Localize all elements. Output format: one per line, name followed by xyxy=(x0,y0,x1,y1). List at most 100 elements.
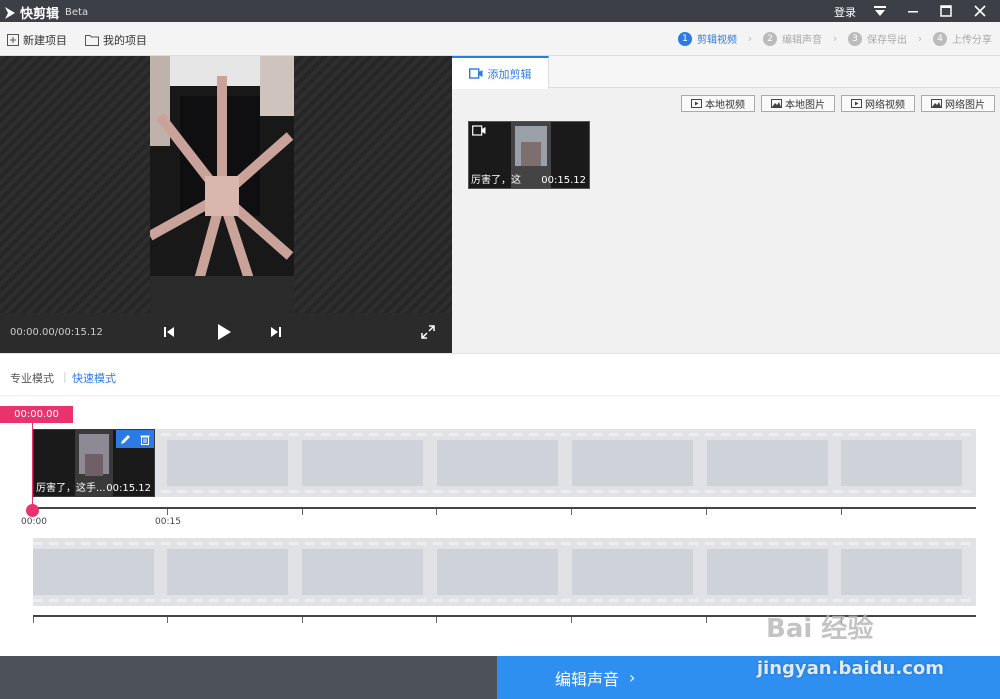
tab-label: 添加剪辑 xyxy=(487,67,532,81)
step-label: 编辑声音 xyxy=(782,35,822,46)
media-panel: 添加剪辑 本地视频 本地图片 网络视频 网络图片 厉害了，这 00:15.12 xyxy=(452,56,1000,353)
clip-duration: 00:15.12 xyxy=(106,483,151,494)
empty-slot xyxy=(707,440,828,486)
media-thumbnail[interactable]: 厉害了，这 00:15.12 xyxy=(468,121,590,189)
clip-title: 厉害了，这手... xyxy=(36,483,106,494)
my-projects-label: 我的项目 xyxy=(103,34,147,47)
toolbar: 新建项目 我的项目 1 剪辑视频 › 2 编辑声音 › 3 保存导出 › 4 上… xyxy=(0,22,1000,56)
expand-icon xyxy=(421,325,435,339)
ruler-label: 00:15 xyxy=(155,517,181,527)
step-indicator: 1 剪辑视频 › 2 编辑声音 › 3 保存导出 › 4 上传分享 xyxy=(678,31,992,46)
online-video-button[interactable]: 网络视频 xyxy=(841,95,915,112)
close-button[interactable] xyxy=(966,0,994,22)
video-track[interactable] xyxy=(33,429,976,497)
chevron-right-icon: › xyxy=(917,32,923,45)
ruler-tick xyxy=(841,509,842,515)
ruler-tick xyxy=(571,509,572,515)
step-edit-audio[interactable]: 2 编辑声音 xyxy=(763,31,822,46)
new-project-label: 新建项目 xyxy=(23,34,67,47)
playhead-label: 00:00.00 xyxy=(14,409,59,420)
button-label: 网络图片 xyxy=(945,100,985,111)
trash-icon[interactable] xyxy=(140,434,150,445)
player-controls: 00:00.00/00:15.12 xyxy=(0,313,452,353)
tab-add-clip[interactable]: 添加剪辑 xyxy=(452,56,549,89)
image-file-icon xyxy=(931,99,942,108)
previous-button[interactable] xyxy=(162,325,176,342)
film-perforation xyxy=(33,433,976,436)
media-tab-bar: 添加剪辑 xyxy=(452,56,1000,89)
video-frame xyxy=(150,56,294,313)
next-button-label: 编辑声音 xyxy=(555,669,620,689)
button-label: 本地视频 xyxy=(705,100,745,111)
empty-slot xyxy=(437,440,558,486)
empty-slot xyxy=(167,549,288,595)
ruler-label: 00:00 xyxy=(21,517,47,527)
empty-slot xyxy=(572,440,693,486)
watermark-brand: Bai 经验 xyxy=(766,614,874,644)
local-video-button[interactable]: 本地视频 xyxy=(681,95,755,112)
clip-tools xyxy=(116,430,154,448)
play-icon xyxy=(218,324,231,340)
step-edit-video[interactable]: 1 剪辑视频 xyxy=(678,31,737,46)
step-label: 上传分享 xyxy=(952,35,992,46)
chevron-right-icon: › xyxy=(747,32,753,45)
next-frame-button[interactable] xyxy=(269,325,283,342)
edit-pencil-icon[interactable] xyxy=(120,434,131,445)
empty-slot xyxy=(33,549,154,595)
film-perforation xyxy=(33,599,976,602)
maximize-button[interactable] xyxy=(932,0,960,22)
close-icon xyxy=(974,5,986,17)
video-content-image xyxy=(150,56,294,313)
beta-badge: Beta xyxy=(65,7,89,18)
video-file-icon xyxy=(851,99,862,108)
ruler-tick xyxy=(706,509,707,515)
ruler-tick xyxy=(167,617,168,623)
online-image-button[interactable]: 网络图片 xyxy=(921,95,995,112)
login-link[interactable]: 登录 xyxy=(834,4,856,20)
video-preview: 00:00.00/00:15.12 xyxy=(0,56,452,353)
film-perforation xyxy=(33,542,976,545)
menu-dropdown-button[interactable] xyxy=(866,0,894,22)
video-file-icon xyxy=(691,99,702,108)
fullscreen-button[interactable] xyxy=(421,325,435,342)
quick-mode-tab[interactable]: 快速模式 xyxy=(72,370,116,386)
button-label: 网络视频 xyxy=(865,100,905,111)
step-label: 保存导出 xyxy=(867,35,907,46)
step-save-export[interactable]: 3 保存导出 xyxy=(848,31,907,46)
ruler-tick xyxy=(33,617,34,623)
timeline-clip[interactable]: 厉害了，这手... 00:15.12 xyxy=(33,429,155,497)
empty-slot xyxy=(707,549,828,595)
watermark-site: jingyan.baidu.com xyxy=(756,658,944,679)
step-label: 剪辑视频 xyxy=(697,35,737,46)
audio-track[interactable] xyxy=(33,538,976,606)
ruler-tick xyxy=(436,617,437,623)
new-project-button[interactable]: 新建项目 xyxy=(7,32,67,48)
app-logo: 快剪辑 Beta xyxy=(3,3,88,22)
play-logo-icon xyxy=(5,6,15,19)
my-projects-button[interactable]: 我的项目 xyxy=(85,32,147,48)
step-upload-share[interactable]: 4 上传分享 xyxy=(933,31,992,46)
time-ruler[interactable] xyxy=(33,507,976,509)
step-number: 2 xyxy=(763,31,777,46)
playhead-time[interactable]: 00:00.00 xyxy=(0,406,73,423)
empty-slot xyxy=(302,440,423,486)
skip-back-icon xyxy=(164,327,174,337)
step-number: 1 xyxy=(678,31,692,46)
play-button[interactable] xyxy=(215,323,233,344)
empty-slot xyxy=(167,440,288,486)
minimize-button[interactable] xyxy=(899,0,927,22)
scissors-handle-icon[interactable] xyxy=(26,504,39,517)
mode-divider: | xyxy=(63,370,67,383)
ruler-tick xyxy=(302,617,303,623)
ruler-tick xyxy=(571,617,572,623)
video-camera-icon xyxy=(472,125,486,136)
local-image-button[interactable]: 本地图片 xyxy=(761,95,835,112)
playback-time: 00:00.00/00:15.12 xyxy=(10,327,103,338)
mode-switcher: 专业模式 | 快速模式 xyxy=(0,353,1000,396)
thumbnail-duration: 00:15.12 xyxy=(541,175,586,186)
ruler-tick xyxy=(167,509,168,515)
video-camera-icon xyxy=(468,68,482,79)
playhead-line[interactable] xyxy=(32,423,33,510)
pro-mode-tab[interactable]: 专业模式 xyxy=(10,370,54,386)
chevron-right-icon: › xyxy=(832,32,838,45)
